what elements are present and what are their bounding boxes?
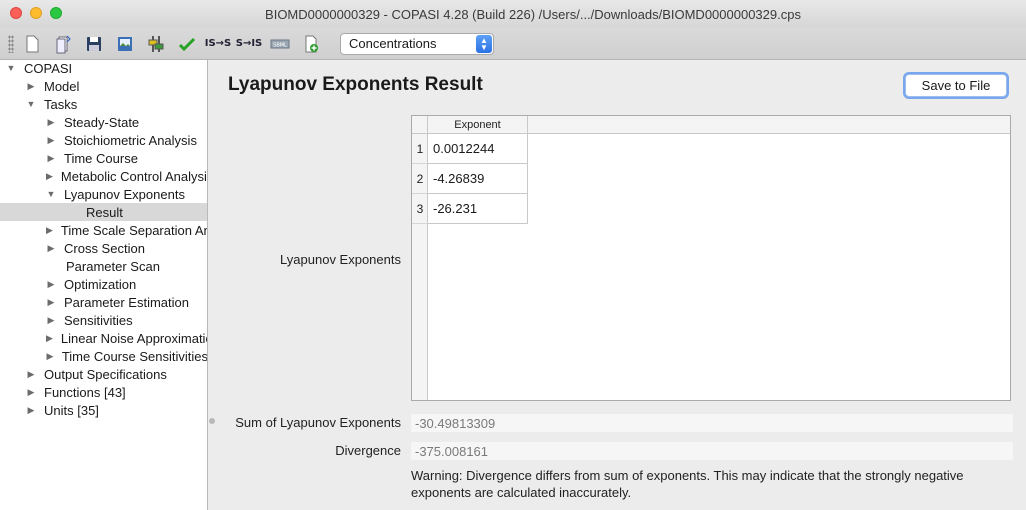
- table-corner[interactable]: [412, 116, 428, 134]
- tree-item-lyapunov-exponents[interactable]: ▼ Lyapunov Exponents: [0, 185, 207, 203]
- new-file-icon: [26, 35, 39, 52]
- quantity-mode-select[interactable]: Concentrations ▲ ▼: [340, 32, 494, 55]
- table-cell[interactable]: -4.26839: [428, 164, 528, 194]
- exponents-table[interactable]: Exponent 1 0.0012244 2 -4.26839 3 -26.23…: [411, 115, 1011, 401]
- chevron-right-icon[interactable]: ▶: [26, 369, 36, 380]
- save-image-button[interactable]: [113, 32, 137, 56]
- chevron-right-icon[interactable]: ▶: [46, 117, 56, 128]
- page-title: Lyapunov Exponents Result: [228, 74, 483, 95]
- tree-item-copasi[interactable]: ▼ COPASI: [0, 60, 207, 77]
- sliders-button[interactable]: [144, 32, 168, 56]
- tree-item-time-scale-separation[interactable]: ▶Time Scale Separation Analysis: [0, 221, 207, 239]
- chevron-right-icon[interactable]: ▶: [46, 297, 56, 308]
- tree-item-optimization[interactable]: ▶ Optimization: [0, 275, 207, 293]
- minimize-window-button[interactable]: [30, 7, 42, 19]
- tree-item-metabolic-control-analysis[interactable]: ▶ Metabolic Control Analysis: [0, 167, 207, 185]
- chevron-right-icon[interactable]: ▶: [46, 135, 56, 146]
- tree-item-parameter-scan[interactable]: Parameter Scan: [0, 257, 207, 275]
- title-bar: BIOMD0000000329 - COPASI 4.28 (Build 226…: [0, 0, 1026, 28]
- save-button[interactable]: [82, 32, 106, 56]
- chevron-right-icon[interactable]: ▶: [46, 225, 53, 236]
- chevron-right-icon[interactable]: ▶: [26, 405, 36, 416]
- tree-item-time-course-sensitivities[interactable]: ▶ Time Course Sensitivities: [0, 347, 207, 365]
- sliders-icon: [148, 35, 164, 52]
- tree-item-linear-noise-approximation[interactable]: ▶ Linear Noise Approximation: [0, 329, 207, 347]
- chevron-right-icon[interactable]: ▶: [26, 81, 36, 92]
- table-cell[interactable]: -26.231: [428, 194, 528, 224]
- row-header-2[interactable]: 2: [412, 164, 428, 194]
- result-panel: Lyapunov Exponents Result Save to File L…: [209, 60, 1026, 510]
- tree-item-units[interactable]: ▶ Units [35]: [0, 401, 207, 419]
- zoom-window-button[interactable]: [50, 7, 62, 19]
- open-file-button[interactable]: [51, 32, 75, 56]
- save-as-image-icon: [118, 36, 132, 51]
- chevron-right-icon[interactable]: ▶: [46, 171, 53, 182]
- chevron-right-icon[interactable]: ▶: [46, 315, 56, 326]
- sbml-button[interactable]: SBML: [268, 32, 292, 56]
- tree-item-stoichiometric-analysis[interactable]: ▶ Stoichiometric Analysis: [0, 131, 207, 149]
- chevron-right-icon[interactable]: ▶: [46, 243, 56, 254]
- tree-item-sensitivities[interactable]: ▶ Sensitivities: [0, 311, 207, 329]
- window-controls: [10, 7, 62, 19]
- is-to-s-button[interactable]: IS→S: [204, 32, 232, 56]
- check-model-icon: [178, 37, 196, 51]
- sum-exponents-label: Sum of Lyapunov Exponents: [235, 415, 401, 430]
- add-document-button[interactable]: [299, 32, 323, 56]
- chevron-right-icon[interactable]: ▶: [26, 387, 36, 398]
- check-model-button[interactable]: [175, 32, 199, 56]
- tree-item-model[interactable]: ▶ Model: [0, 77, 207, 95]
- chevron-right-icon[interactable]: ▶: [46, 279, 56, 290]
- add-document-icon: [305, 35, 318, 52]
- tree-item-functions[interactable]: ▶ Functions [43]: [0, 383, 207, 401]
- chevron-down-icon[interactable]: ▼: [46, 189, 56, 199]
- chevron-down-icon[interactable]: ▼: [26, 99, 36, 109]
- close-window-button[interactable]: [10, 7, 22, 19]
- main-toolbar: IS→S S→IS SBML Concentrations ▲ ▼: [0, 28, 1026, 60]
- window-title: BIOMD0000000329 - COPASI 4.28 (Build 226…: [265, 6, 801, 22]
- open-file-icon: [56, 35, 71, 53]
- column-header-exponent[interactable]: Exponent: [428, 116, 528, 134]
- tree-item-cross-section[interactable]: ▶ Cross Section: [0, 239, 207, 257]
- tree-item-steady-state[interactable]: ▶ Steady-State: [0, 113, 207, 131]
- tree-item-parameter-estimation[interactable]: ▶ Parameter Estimation: [0, 293, 207, 311]
- row-header-3[interactable]: 3: [412, 194, 428, 224]
- divergence-label: Divergence: [335, 443, 401, 458]
- save-icon: [87, 36, 101, 51]
- row-header-1[interactable]: 1: [412, 134, 428, 164]
- chevron-right-icon[interactable]: ▶: [46, 351, 54, 362]
- tree-item-tasks[interactable]: ▼ Tasks: [0, 95, 207, 113]
- chevron-down-icon[interactable]: ▼: [6, 63, 16, 73]
- tree-item-result[interactable]: Result: [0, 203, 207, 221]
- chevron-right-icon[interactable]: ▶: [46, 153, 56, 164]
- is-to-s-icon: IS→S: [204, 38, 232, 49]
- save-to-file-button[interactable]: Save to File: [905, 74, 1007, 97]
- divergence-field: -375.008161: [411, 442, 1013, 460]
- table-header-fill: [528, 116, 1010, 134]
- s-to-is-icon: S→IS: [235, 38, 263, 49]
- chevron-right-icon[interactable]: ▶: [46, 333, 53, 344]
- tree-item-time-course[interactable]: ▶ Time Course: [0, 149, 207, 167]
- tree-item-output-specifications[interactable]: ▶ Output Specifications: [0, 365, 207, 383]
- toolbar-grip-icon[interactable]: [8, 34, 14, 53]
- table-cell[interactable]: 0.0012244: [428, 134, 528, 164]
- divergence-warning: Warning: Divergence differs from sum of …: [411, 468, 964, 500]
- sbml-icon: SBML: [270, 39, 290, 48]
- new-file-button[interactable]: [20, 32, 44, 56]
- chevron-up-down-icon: ▲ ▼: [476, 34, 492, 53]
- lyapunov-exponents-label: Lyapunov Exponents: [280, 252, 401, 267]
- quantity-mode-value: Concentrations: [349, 36, 437, 51]
- sbml-icon-label: SBML: [273, 42, 287, 48]
- sum-exponents-field: -30.49813309: [411, 414, 1013, 432]
- object-tree: ▼ COPASI ▶ Model ▼ Tasks ▶ Steady-State ▶ Sto…: [0, 60, 208, 510]
- s-to-is-button[interactable]: S→IS: [235, 32, 263, 56]
